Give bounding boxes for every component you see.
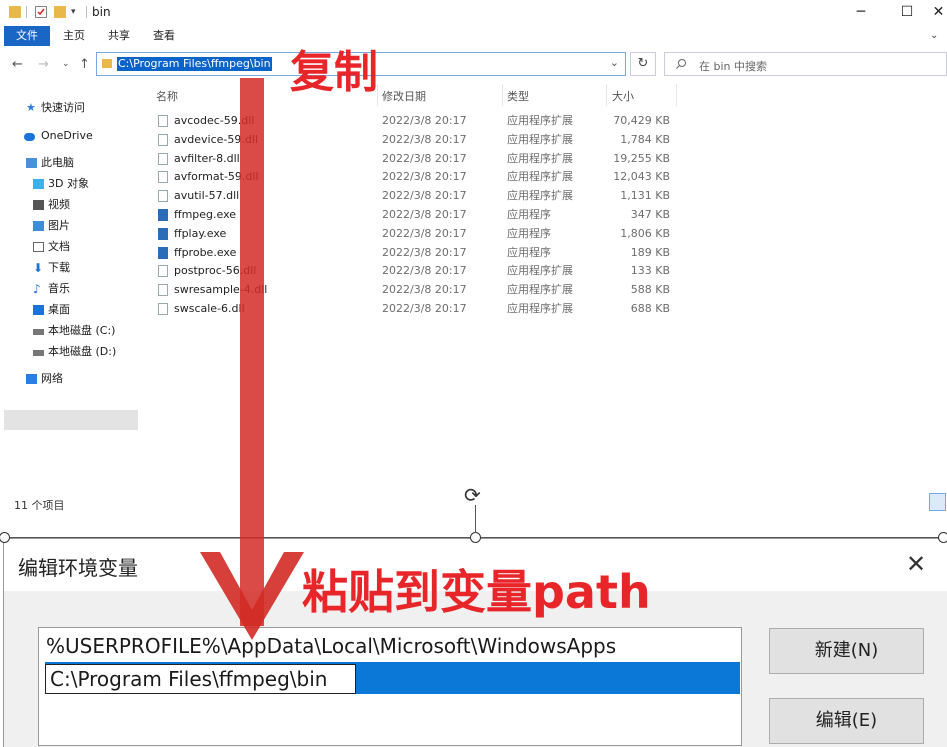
arrow-shaft	[240, 78, 264, 626]
annotation-copy: 复制	[290, 47, 378, 98]
annotation-paste: 粘贴到变量path	[302, 565, 651, 619]
annotation-arrow	[200, 78, 304, 640]
